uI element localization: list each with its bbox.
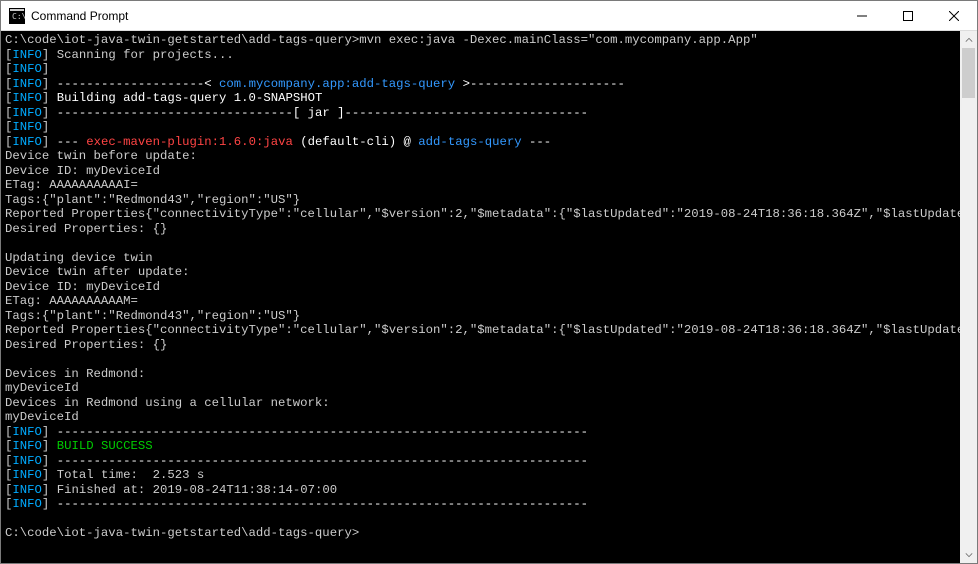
terminal-output[interactable]: C:\code\iot-java-twin-getstarted\add-tag… bbox=[1, 31, 960, 563]
line: [INFO] ---------------------------------… bbox=[5, 425, 588, 439]
prompt: C:\code\iot-java-twin-getstarted\add-tag… bbox=[5, 526, 359, 540]
line: [INFO] --- exec-maven-plugin:1.6.0:java … bbox=[5, 135, 551, 149]
line: [INFO] Finished at: 2019-08-24T11:38:14-… bbox=[5, 483, 337, 497]
line: [INFO] ---------------------------------… bbox=[5, 497, 588, 511]
log-text: Scanning for projects... bbox=[49, 48, 233, 62]
scroll-down-button[interactable] bbox=[960, 546, 977, 563]
window-controls bbox=[839, 1, 977, 30]
svg-text:C:\: C:\ bbox=[12, 12, 25, 21]
log-level: INFO bbox=[12, 62, 42, 76]
line: C:\code\iot-java-twin-getstarted\add-tag… bbox=[5, 33, 758, 47]
command-prompt-window: C:\ Command Prompt C:\code\iot-java-twin… bbox=[0, 0, 978, 564]
terminal-area: C:\code\iot-java-twin-getstarted\add-tag… bbox=[1, 31, 977, 563]
scroll-up-button[interactable] bbox=[960, 31, 977, 48]
line: [INFO] ---------------------------------… bbox=[5, 454, 588, 468]
log-level: INFO bbox=[12, 454, 42, 468]
log-level: INFO bbox=[12, 106, 42, 120]
log-level: INFO bbox=[12, 425, 42, 439]
log-level: INFO bbox=[12, 468, 42, 482]
log-text: Total time: 2.523 s bbox=[49, 468, 204, 482]
log-level: INFO bbox=[12, 48, 42, 62]
window-title: Command Prompt bbox=[31, 9, 839, 23]
log-text: --------------------------------[ jar ]-… bbox=[49, 106, 588, 120]
log-level: INFO bbox=[12, 120, 42, 134]
scroll-track[interactable] bbox=[960, 48, 977, 546]
log-text: Finished at: 2019-08-24T11:38:14-07:00 bbox=[49, 483, 337, 497]
line: [INFO] bbox=[5, 120, 49, 134]
title-bar: C:\ Command Prompt bbox=[1, 1, 977, 31]
line: [INFO] Total time: 2.523 s bbox=[5, 468, 204, 482]
vertical-scrollbar[interactable] bbox=[960, 31, 977, 563]
line: [INFO] --------------------< com.mycompa… bbox=[5, 77, 625, 91]
line: [INFO] BUILD SUCCESS bbox=[5, 439, 153, 453]
prompt: C:\code\iot-java-twin-getstarted\add-tag… bbox=[5, 33, 359, 47]
log-level: INFO bbox=[12, 91, 42, 105]
log-level: INFO bbox=[12, 483, 42, 497]
log-level: INFO bbox=[12, 77, 42, 91]
line: [INFO] Scanning for projects... bbox=[5, 48, 234, 62]
log-level: INFO bbox=[12, 497, 42, 511]
log-text: Building add-tags-query 1.0-SNAPSHOT bbox=[49, 91, 322, 105]
command: mvn exec:java -Dexec.mainClass="com.myco… bbox=[359, 33, 757, 47]
module-name: com.mycompany.app:add-tags-query bbox=[219, 77, 455, 91]
line: [INFO] --------------------------------[… bbox=[5, 106, 588, 120]
close-button[interactable] bbox=[931, 1, 977, 30]
minimize-button[interactable] bbox=[839, 1, 885, 30]
build-success: BUILD SUCCESS bbox=[57, 439, 153, 453]
log-text: ----------------------------------------… bbox=[49, 454, 588, 468]
log-text: ----------------------------------------… bbox=[49, 497, 588, 511]
line: [INFO] bbox=[5, 62, 49, 76]
plugin-name: exec-maven-plugin:1.6.0:java bbox=[86, 135, 293, 149]
scroll-thumb[interactable] bbox=[962, 48, 975, 98]
line: [INFO] Building add-tags-query 1.0-SNAPS… bbox=[5, 91, 322, 105]
output-body: Device twin before update: Device ID: my… bbox=[5, 149, 960, 424]
log-level: INFO bbox=[12, 135, 42, 149]
plugin-target: add-tags-query bbox=[418, 135, 521, 149]
log-level: INFO bbox=[12, 439, 42, 453]
maximize-button[interactable] bbox=[885, 1, 931, 30]
cmd-icon: C:\ bbox=[9, 8, 25, 24]
log-text: ----------------------------------------… bbox=[49, 425, 588, 439]
